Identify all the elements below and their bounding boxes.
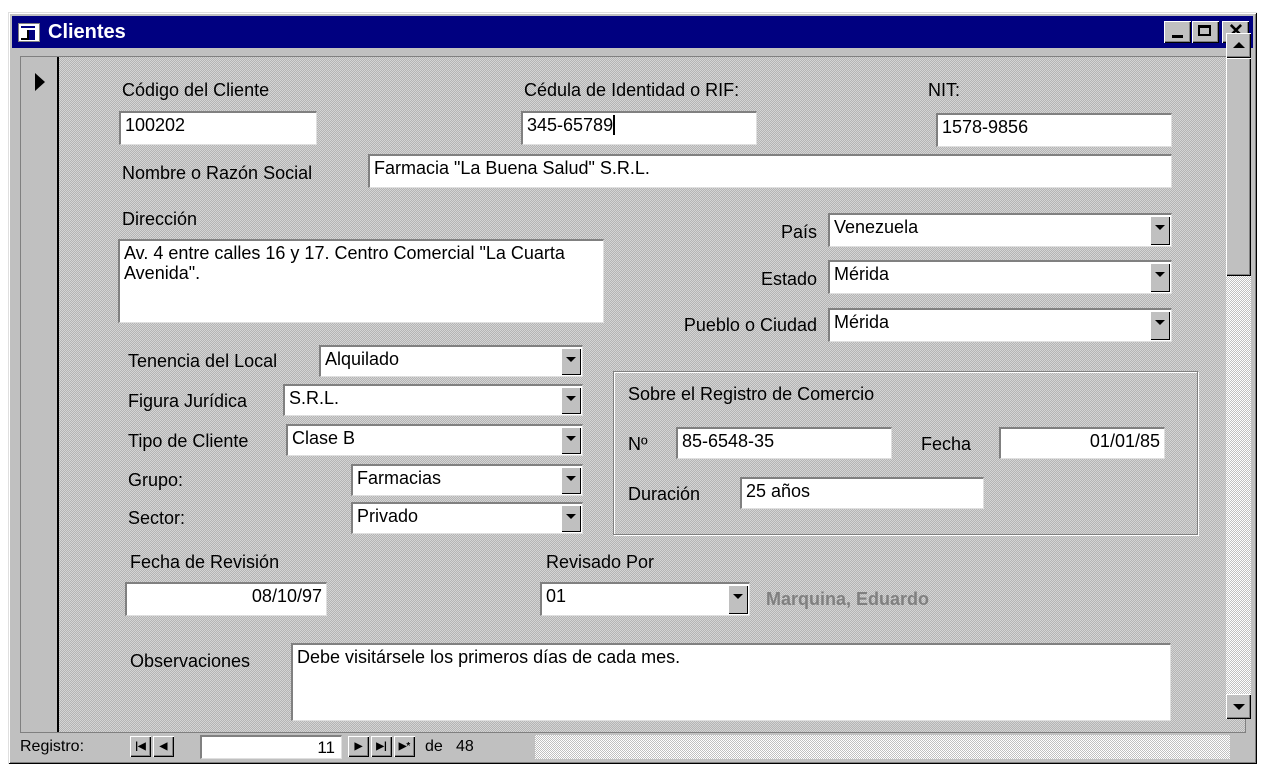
cedula-value: 345-65789 <box>527 115 614 135</box>
figura-label: Figura Jurídica <box>128 391 248 411</box>
vertical-scrollbar[interactable] <box>1226 33 1251 719</box>
tenencia-combo[interactable]: Alquilado <box>319 345 583 377</box>
text-cursor <box>613 115 616 135</box>
tenencia-value: Alquilado <box>325 349 400 369</box>
window-title: Clientes <box>48 21 126 43</box>
clientes-window: Clientes ✕ Código del Cliente 100202 Céd… <box>8 12 1257 764</box>
registro-group-title: Sobre el Registro de Comercio <box>628 384 875 404</box>
total-records: 48 <box>456 738 474 755</box>
nit-label: NIT: <box>928 80 961 100</box>
scroll-down-icon[interactable] <box>1226 694 1251 719</box>
codigo-label: Código del Cliente <box>122 80 270 100</box>
sector-label: Sector: <box>128 508 186 528</box>
tenencia-label: Tenencia del Local <box>128 351 278 371</box>
grupo-label: Grupo: <box>128 470 184 490</box>
revisado-por-dropdown-icon[interactable] <box>728 585 748 614</box>
nombre-field[interactable]: Farmacia "La Buena Salud" S.R.L. <box>368 154 1172 188</box>
scroll-up-icon[interactable] <box>1226 33 1251 58</box>
tipo-dropdown-icon[interactable] <box>561 427 581 454</box>
pais-label: País <box>780 222 817 242</box>
duracion-field[interactable]: 25 años <box>740 477 984 509</box>
sector-combo[interactable]: Privado <box>351 502 583 534</box>
registro-comercio-group: Sobre el Registro de Comercio Nº 85-6548… <box>613 371 1198 535</box>
pueblo-combo[interactable]: Mérida <box>828 308 1172 342</box>
figura-combo[interactable]: S.R.L. <box>283 384 583 416</box>
tipo-value: Clase B <box>292 428 356 448</box>
estado-combo[interactable]: Mérida <box>828 260 1172 294</box>
previous-record-icon[interactable]: ◀ <box>153 736 174 757</box>
minimize-icon <box>1172 35 1183 38</box>
new-record-icon[interactable]: ▶* <box>394 736 415 757</box>
cedula-field[interactable]: 345-65789 <box>521 111 757 145</box>
figura-value: S.R.L. <box>289 388 340 408</box>
title-bar[interactable]: Clientes ✕ <box>12 16 1253 48</box>
estado-value: Mérida <box>834 264 890 284</box>
pais-dropdown-icon[interactable] <box>1150 216 1170 245</box>
scroll-thumb[interactable] <box>1226 58 1251 276</box>
nit-field[interactable]: 1578-9856 <box>936 113 1172 147</box>
pueblo-dropdown-icon[interactable] <box>1150 311 1170 340</box>
maximize-icon <box>1198 25 1211 36</box>
revisado-por-label: Revisado Por <box>546 552 655 572</box>
pueblo-label: Pueblo o Ciudad <box>683 315 817 335</box>
last-record-icon[interactable]: ▶| <box>371 736 392 757</box>
of-label: de <box>425 738 443 755</box>
fecha-field[interactable]: 01/01/85 <box>999 427 1165 459</box>
pais-value: Venezuela <box>834 217 919 237</box>
tipo-label: Tipo de Cliente <box>128 431 249 451</box>
first-record-icon[interactable]: |◀ <box>130 736 151 757</box>
form-icon[interactable] <box>18 23 40 42</box>
grupo-dropdown-icon[interactable] <box>561 467 581 494</box>
estado-label: Estado <box>760 269 817 289</box>
sector-value: Privado <box>357 506 419 526</box>
horizontal-scrollbar[interactable] <box>535 735 1230 759</box>
figura-dropdown-icon[interactable] <box>561 387 581 414</box>
tenencia-dropdown-icon[interactable] <box>561 348 581 375</box>
nombre-label: Nombre o Razón Social <box>122 163 313 183</box>
fecha-revision-field[interactable]: 08/10/97 <box>125 582 327 616</box>
form-body: Código del Cliente 100202 Cédula de Iden… <box>20 56 1246 733</box>
estado-dropdown-icon[interactable] <box>1150 263 1170 292</box>
codigo-field[interactable]: 100202 <box>119 111 317 145</box>
tipo-combo[interactable]: Clase B <box>286 424 583 456</box>
direccion-label: Dirección <box>122 209 198 229</box>
fecha-revision-label: Fecha de Revisión <box>130 552 280 572</box>
observaciones-label: Observaciones <box>130 651 251 671</box>
next-record-icon[interactable]: ▶ <box>348 736 369 757</box>
revisado-por-value: 01 <box>546 586 567 606</box>
grupo-value: Farmacias <box>357 468 442 488</box>
revisado-por-combo[interactable]: 01 <box>540 582 750 616</box>
revisor-name: Marquina, Eduardo <box>766 589 930 609</box>
grupo-combo[interactable]: Farmacias <box>351 464 583 496</box>
maximize-button[interactable] <box>1192 21 1219 43</box>
pueblo-value: Mérida <box>834 312 890 332</box>
numero-field[interactable]: 85-6548-35 <box>676 427 892 459</box>
pais-combo[interactable]: Venezuela <box>828 213 1172 247</box>
record-navigation: Registro: |◀ ◀ 11 ▶ ▶| ▶* de 48 <box>20 733 1230 761</box>
duracion-label: Duración <box>628 484 701 504</box>
current-record-arrow-icon <box>35 73 45 91</box>
numero-label: Nº <box>628 434 648 454</box>
minimize-button[interactable] <box>1164 21 1191 43</box>
cedula-label: Cédula de Identidad o RIF: <box>524 80 740 100</box>
observaciones-field[interactable]: Debe visitársele los primeros días de ca… <box>291 643 1171 721</box>
direccion-field[interactable]: Av. 4 entre calles 16 y 17. Centro Comer… <box>118 239 604 323</box>
fecha-label: Fecha <box>921 434 972 454</box>
record-number-input[interactable]: 11 <box>200 735 342 759</box>
record-selector[interactable] <box>21 57 59 732</box>
registro-label: Registro: <box>20 738 85 755</box>
sector-dropdown-icon[interactable] <box>561 505 581 532</box>
